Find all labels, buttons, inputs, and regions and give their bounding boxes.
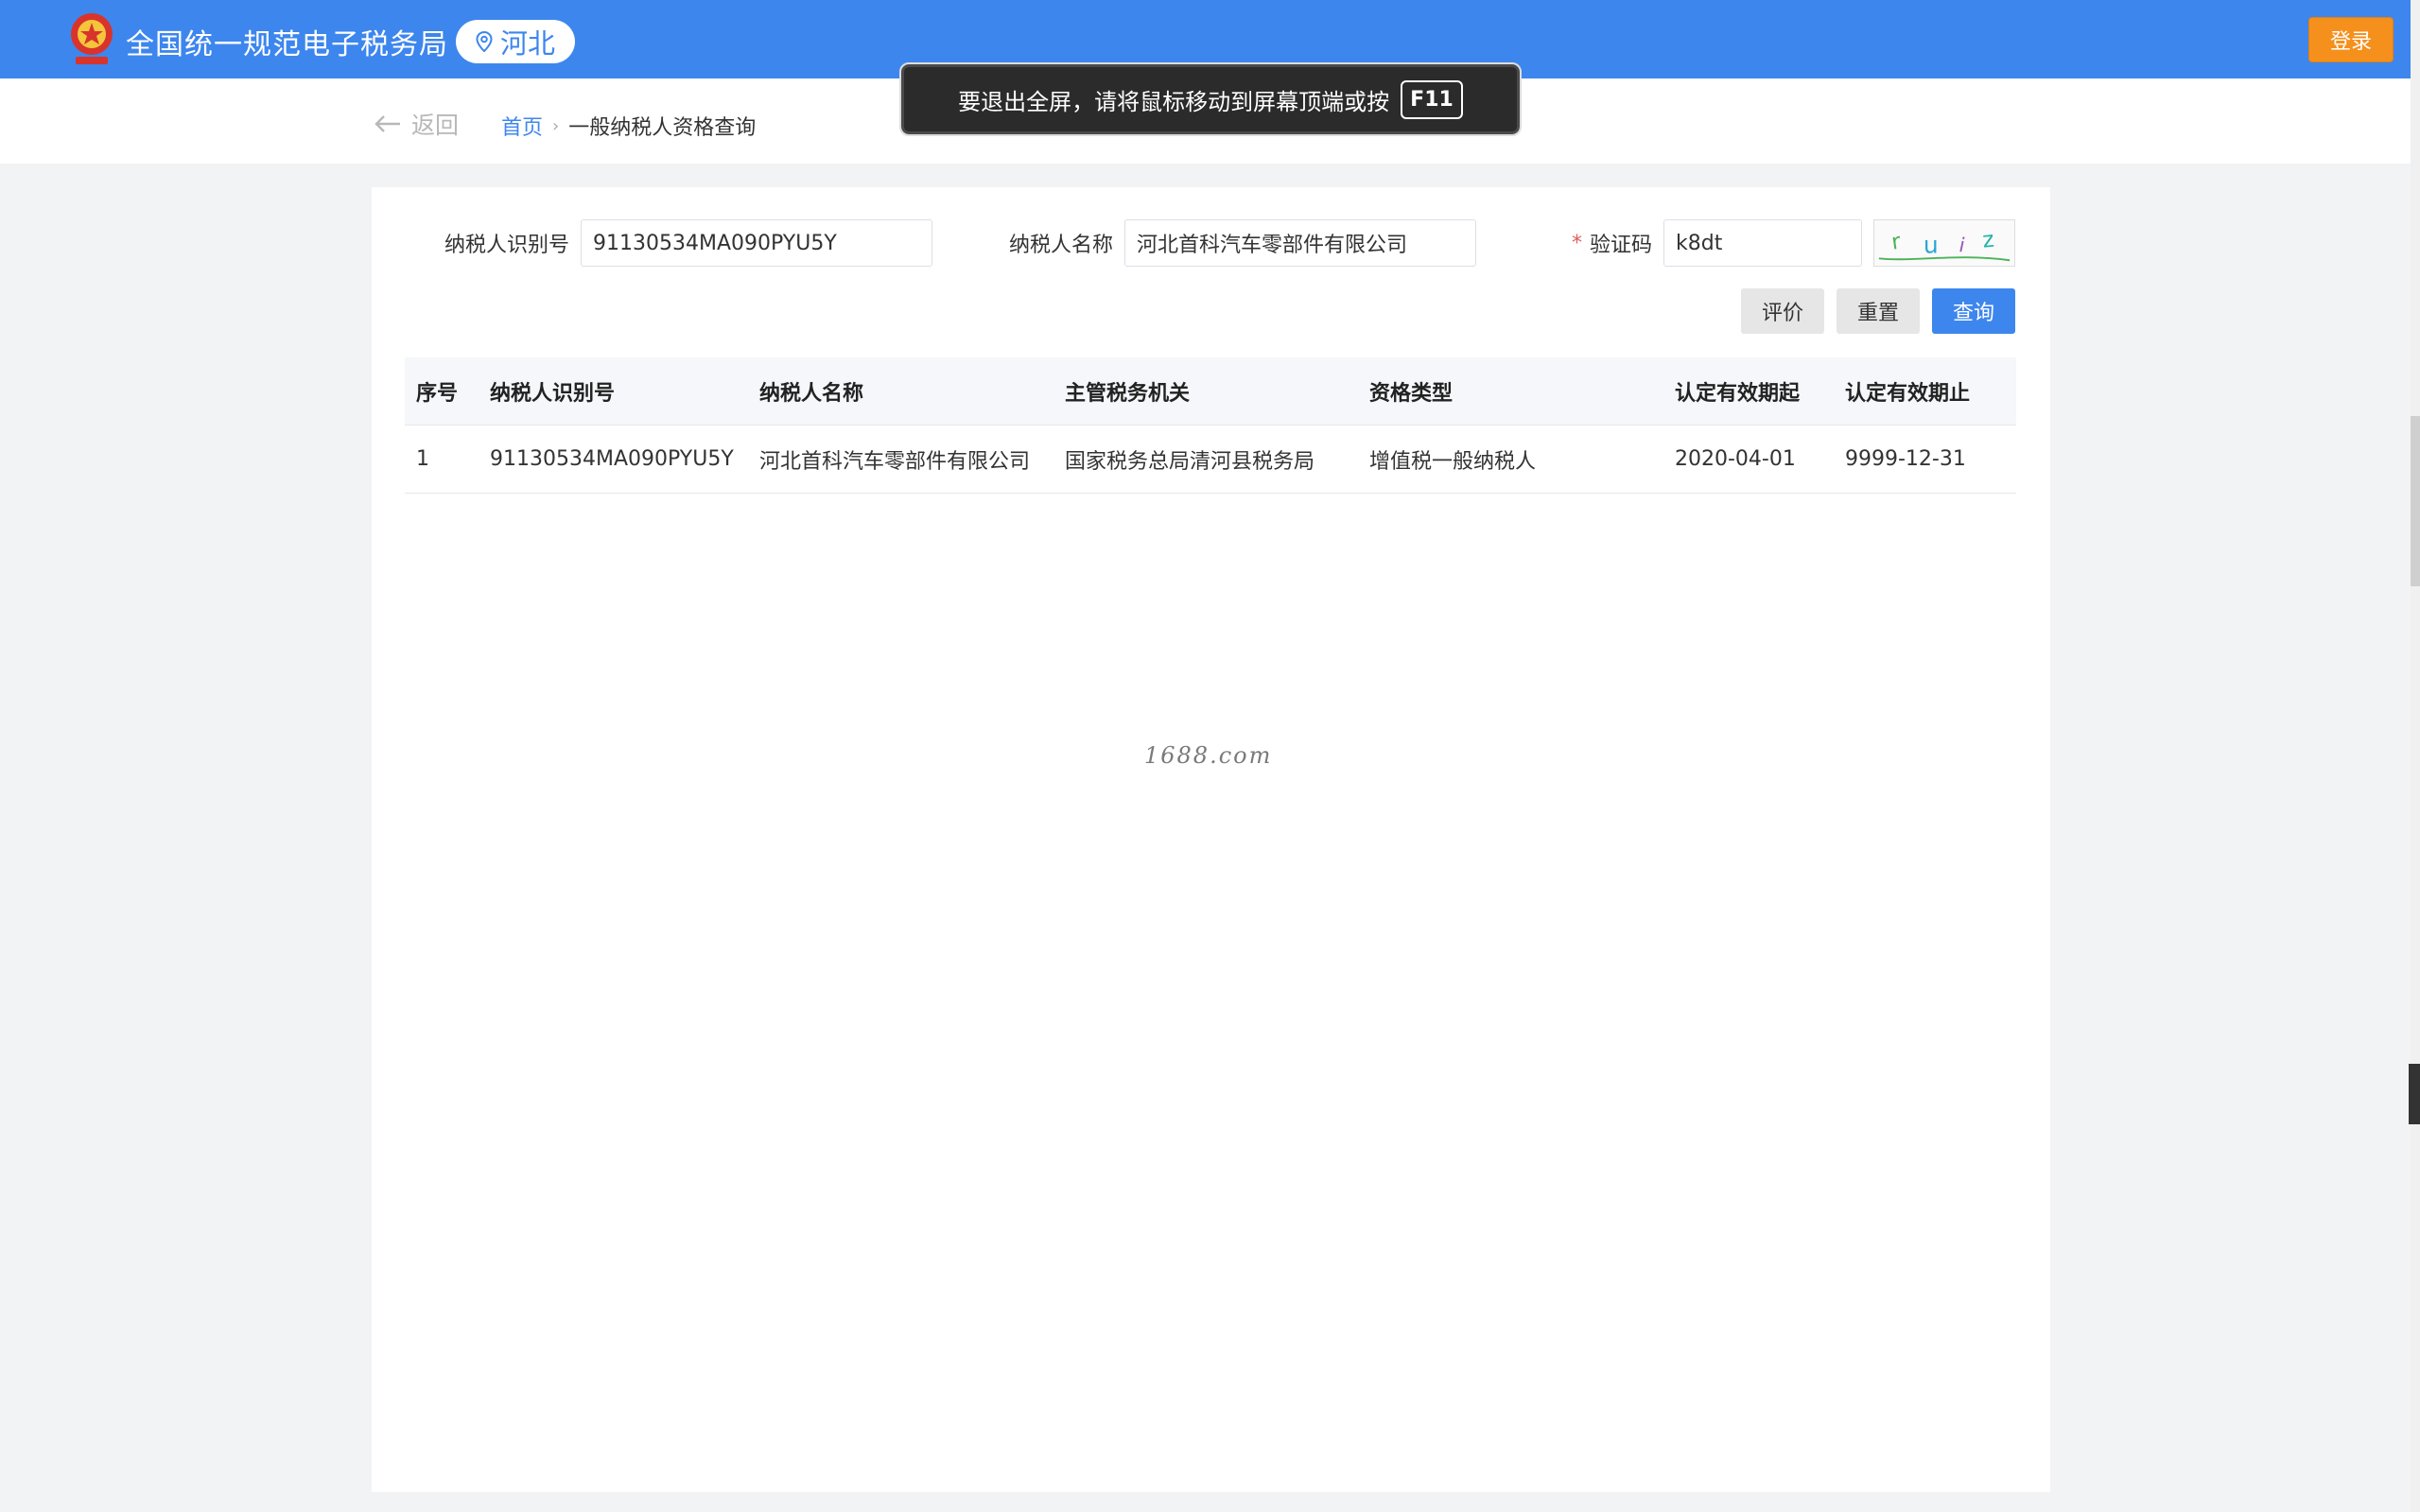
results-table: 序号 纳税人识别号 纳税人名称 主管税务机关 资格类型 认定有效期起 认定有效期… xyxy=(405,357,2016,494)
watermark-text: 1688.com xyxy=(1144,742,1273,769)
query-button[interactable]: 查询 xyxy=(1932,288,2015,334)
column-header: 纳税人名称 xyxy=(759,381,864,406)
table-header: 序号 纳税人识别号 纳税人名称 主管税务机关 资格类型 认定有效期起 认定有效期… xyxy=(405,357,2016,426)
captcha-image[interactable]: r u i z xyxy=(1873,219,2016,267)
location-pin-icon xyxy=(476,31,493,52)
captcha-char: z xyxy=(1981,228,1995,253)
required-mark: * xyxy=(1572,231,1582,255)
column-header: 主管税务机关 xyxy=(1065,381,1191,406)
table-cell: 9999-12-31 xyxy=(1845,447,1966,471)
table-cell: 国家税务总局清河县税务局 xyxy=(1065,449,1315,474)
taxpayer-name-label: 纳税人名称 xyxy=(1009,234,1114,257)
breadcrumb-home-link[interactable]: 首页 xyxy=(501,111,543,141)
keyboard-key-badge: F11 xyxy=(1401,79,1463,119)
captcha-char: u xyxy=(1924,232,1939,259)
table-cell: 2020-04-01 xyxy=(1675,447,1796,471)
back-button[interactable]: 返回 xyxy=(374,107,459,141)
table-row: 1 91130534MA090PYU5Y 河北首科汽车零部件有限公司 国家税务总… xyxy=(405,426,2016,494)
side-tab-handle[interactable] xyxy=(2409,1064,2420,1124)
reset-button[interactable]: 重置 xyxy=(1837,288,1920,334)
captcha-char: i xyxy=(1957,233,1967,257)
table-cell: 河北首科汽车零部件有限公司 xyxy=(759,449,1031,474)
fullscreen-exit-toast: 要退出全屏，请将鼠标移动到屏幕顶端或按 F11 xyxy=(899,62,1522,136)
taxpayer-name-group: 纳税人名称 xyxy=(1009,219,1477,267)
breadcrumb: 首页 › 一般纳税人资格查询 xyxy=(501,111,756,141)
scrollbar-thumb[interactable] xyxy=(2411,416,2420,586)
captcha-char: r xyxy=(1890,230,1904,255)
national-emblem-icon xyxy=(71,13,113,64)
column-header: 资格类型 xyxy=(1369,381,1454,406)
column-header: 认定有效期止 xyxy=(1845,381,1971,406)
site-title[interactable]: 全国统一规范电子税务局 xyxy=(126,21,448,62)
region-selector[interactable]: 河北 xyxy=(456,20,575,63)
toast-message: 要退出全屏，请将鼠标移动到屏幕顶端或按 xyxy=(958,88,1390,115)
arrow-left-icon xyxy=(374,115,400,132)
taxpayer-id-input[interactable] xyxy=(581,219,933,267)
back-label: 返回 xyxy=(411,112,460,139)
column-header: 纳税人识别号 xyxy=(490,381,616,406)
chevron-right-icon: › xyxy=(552,115,560,136)
taxpayer-id-group: 纳税人识别号 xyxy=(444,219,933,267)
column-header: 序号 xyxy=(416,381,459,406)
taxpayer-id-label: 纳税人识别号 xyxy=(444,234,570,257)
evaluate-button[interactable]: 评价 xyxy=(1741,288,1824,334)
captcha-group: * 验证码 r u i z xyxy=(1572,219,2016,267)
page-scrollbar[interactable] xyxy=(2411,0,2420,1512)
table-cell: 1 xyxy=(416,447,429,471)
table-cell: 增值税一般纳税人 xyxy=(1369,449,1537,474)
table-cell: 91130534MA090PYU5Y xyxy=(490,447,734,471)
region-label: 河北 xyxy=(499,27,555,60)
breadcrumb-current: 一般纳税人资格查询 xyxy=(568,116,757,140)
taxpayer-name-input[interactable] xyxy=(1124,219,1477,267)
login-button[interactable]: 登录 xyxy=(2308,17,2394,62)
captcha-input[interactable] xyxy=(1663,219,1863,267)
column-header: 认定有效期起 xyxy=(1675,381,1801,406)
captcha-label: 验证码 xyxy=(1590,234,1653,257)
